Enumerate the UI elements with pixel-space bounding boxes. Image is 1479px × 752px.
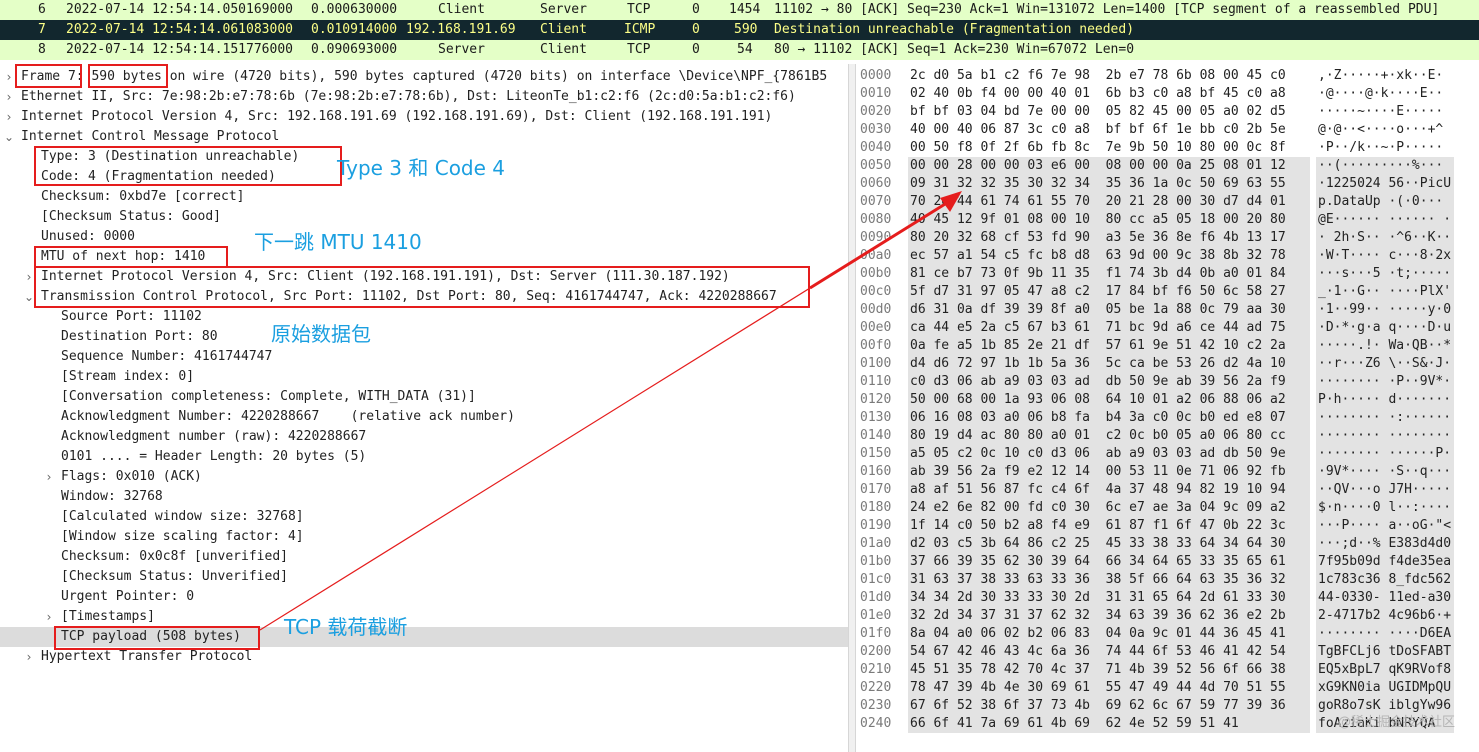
note-type-code: Type 3 和 Code 4 — [337, 156, 506, 180]
arrow-head-icon — [940, 191, 962, 212]
note-mtu: 下一跳 MTU 1410 — [254, 230, 422, 254]
note-original-packet: 原始数据包 — [271, 322, 371, 346]
note-tcp-payload: TCP 载荷截断 — [284, 615, 408, 639]
arrow-payload-to-hex — [259, 195, 959, 631]
annotation-arrows — [259, 191, 962, 631]
watermark: @稀土掘金技术社区 — [1337, 715, 1455, 730]
